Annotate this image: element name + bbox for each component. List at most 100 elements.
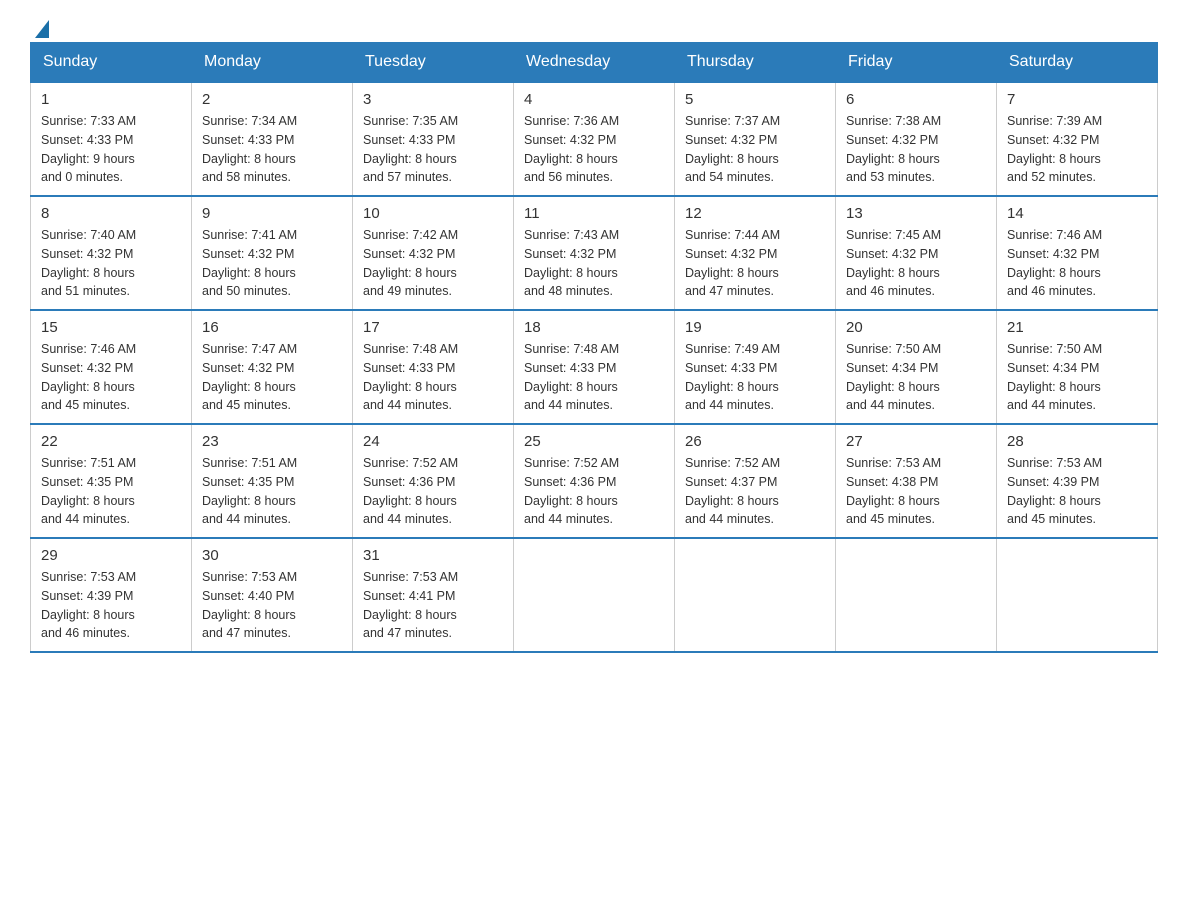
day-info: Sunrise: 7:40 AM Sunset: 4:32 PM Dayligh… [41, 226, 181, 301]
day-of-week-header: Friday [836, 43, 997, 83]
day-of-week-header: Monday [192, 43, 353, 83]
calendar-day-cell: 27 Sunrise: 7:53 AM Sunset: 4:38 PM Dayl… [836, 424, 997, 538]
calendar-day-cell: 8 Sunrise: 7:40 AM Sunset: 4:32 PM Dayli… [31, 196, 192, 310]
logo-triangle-icon [35, 20, 49, 38]
calendar-week-row: 29 Sunrise: 7:53 AM Sunset: 4:39 PM Dayl… [31, 538, 1158, 652]
day-info: Sunrise: 7:44 AM Sunset: 4:32 PM Dayligh… [685, 226, 825, 301]
calendar-week-row: 22 Sunrise: 7:51 AM Sunset: 4:35 PM Dayl… [31, 424, 1158, 538]
day-info: Sunrise: 7:34 AM Sunset: 4:33 PM Dayligh… [202, 112, 342, 187]
day-number: 15 [41, 319, 181, 336]
calendar-day-cell: 31 Sunrise: 7:53 AM Sunset: 4:41 PM Dayl… [353, 538, 514, 652]
day-info: Sunrise: 7:53 AM Sunset: 4:38 PM Dayligh… [846, 454, 986, 529]
day-info: Sunrise: 7:43 AM Sunset: 4:32 PM Dayligh… [524, 226, 664, 301]
day-info: Sunrise: 7:52 AM Sunset: 4:37 PM Dayligh… [685, 454, 825, 529]
calendar-day-cell: 2 Sunrise: 7:34 AM Sunset: 4:33 PM Dayli… [192, 82, 353, 196]
day-info: Sunrise: 7:50 AM Sunset: 4:34 PM Dayligh… [846, 340, 986, 415]
day-info: Sunrise: 7:51 AM Sunset: 4:35 PM Dayligh… [202, 454, 342, 529]
day-info: Sunrise: 7:45 AM Sunset: 4:32 PM Dayligh… [846, 226, 986, 301]
day-number: 11 [524, 205, 664, 222]
day-info: Sunrise: 7:33 AM Sunset: 4:33 PM Dayligh… [41, 112, 181, 187]
logo [30, 20, 49, 32]
day-number: 20 [846, 319, 986, 336]
calendar-day-cell: 20 Sunrise: 7:50 AM Sunset: 4:34 PM Dayl… [836, 310, 997, 424]
calendar-week-row: 15 Sunrise: 7:46 AM Sunset: 4:32 PM Dayl… [31, 310, 1158, 424]
day-info: Sunrise: 7:49 AM Sunset: 4:33 PM Dayligh… [685, 340, 825, 415]
calendar-day-cell: 1 Sunrise: 7:33 AM Sunset: 4:33 PM Dayli… [31, 82, 192, 196]
day-info: Sunrise: 7:50 AM Sunset: 4:34 PM Dayligh… [1007, 340, 1147, 415]
calendar-day-cell: 17 Sunrise: 7:48 AM Sunset: 4:33 PM Dayl… [353, 310, 514, 424]
day-number: 26 [685, 433, 825, 450]
day-of-week-header: Thursday [675, 43, 836, 83]
day-number: 14 [1007, 205, 1147, 222]
day-number: 22 [41, 433, 181, 450]
calendar-day-cell: 29 Sunrise: 7:53 AM Sunset: 4:39 PM Dayl… [31, 538, 192, 652]
calendar-day-cell: 5 Sunrise: 7:37 AM Sunset: 4:32 PM Dayli… [675, 82, 836, 196]
day-number: 5 [685, 91, 825, 108]
day-info: Sunrise: 7:42 AM Sunset: 4:32 PM Dayligh… [363, 226, 503, 301]
day-number: 27 [846, 433, 986, 450]
day-number: 28 [1007, 433, 1147, 450]
calendar-day-cell: 9 Sunrise: 7:41 AM Sunset: 4:32 PM Dayli… [192, 196, 353, 310]
day-info: Sunrise: 7:53 AM Sunset: 4:41 PM Dayligh… [363, 568, 503, 643]
day-info: Sunrise: 7:51 AM Sunset: 4:35 PM Dayligh… [41, 454, 181, 529]
day-number: 12 [685, 205, 825, 222]
day-of-week-header: Tuesday [353, 43, 514, 83]
calendar-day-cell: 7 Sunrise: 7:39 AM Sunset: 4:32 PM Dayli… [997, 82, 1158, 196]
calendar-day-cell: 4 Sunrise: 7:36 AM Sunset: 4:32 PM Dayli… [514, 82, 675, 196]
calendar-day-cell: 30 Sunrise: 7:53 AM Sunset: 4:40 PM Dayl… [192, 538, 353, 652]
day-number: 10 [363, 205, 503, 222]
day-number: 7 [1007, 91, 1147, 108]
day-info: Sunrise: 7:37 AM Sunset: 4:32 PM Dayligh… [685, 112, 825, 187]
calendar-day-cell: 16 Sunrise: 7:47 AM Sunset: 4:32 PM Dayl… [192, 310, 353, 424]
calendar-day-cell: 13 Sunrise: 7:45 AM Sunset: 4:32 PM Dayl… [836, 196, 997, 310]
calendar-day-cell: 14 Sunrise: 7:46 AM Sunset: 4:32 PM Dayl… [997, 196, 1158, 310]
day-number: 19 [685, 319, 825, 336]
day-number: 8 [41, 205, 181, 222]
day-number: 25 [524, 433, 664, 450]
day-info: Sunrise: 7:38 AM Sunset: 4:32 PM Dayligh… [846, 112, 986, 187]
calendar-day-cell: 19 Sunrise: 7:49 AM Sunset: 4:33 PM Dayl… [675, 310, 836, 424]
day-info: Sunrise: 7:36 AM Sunset: 4:32 PM Dayligh… [524, 112, 664, 187]
day-info: Sunrise: 7:48 AM Sunset: 4:33 PM Dayligh… [363, 340, 503, 415]
day-of-week-header: Saturday [997, 43, 1158, 83]
calendar-day-cell: 21 Sunrise: 7:50 AM Sunset: 4:34 PM Dayl… [997, 310, 1158, 424]
day-info: Sunrise: 7:46 AM Sunset: 4:32 PM Dayligh… [1007, 226, 1147, 301]
day-number: 23 [202, 433, 342, 450]
calendar-week-row: 8 Sunrise: 7:40 AM Sunset: 4:32 PM Dayli… [31, 196, 1158, 310]
calendar-day-cell: 26 Sunrise: 7:52 AM Sunset: 4:37 PM Dayl… [675, 424, 836, 538]
day-info: Sunrise: 7:53 AM Sunset: 4:40 PM Dayligh… [202, 568, 342, 643]
day-number: 21 [1007, 319, 1147, 336]
day-number: 30 [202, 547, 342, 564]
day-number: 17 [363, 319, 503, 336]
day-of-week-header: Sunday [31, 43, 192, 83]
calendar-day-cell: 23 Sunrise: 7:51 AM Sunset: 4:35 PM Dayl… [192, 424, 353, 538]
day-info: Sunrise: 7:47 AM Sunset: 4:32 PM Dayligh… [202, 340, 342, 415]
calendar-day-cell [514, 538, 675, 652]
day-info: Sunrise: 7:53 AM Sunset: 4:39 PM Dayligh… [1007, 454, 1147, 529]
day-info: Sunrise: 7:39 AM Sunset: 4:32 PM Dayligh… [1007, 112, 1147, 187]
day-info: Sunrise: 7:46 AM Sunset: 4:32 PM Dayligh… [41, 340, 181, 415]
calendar-day-cell [675, 538, 836, 652]
calendar-day-cell: 25 Sunrise: 7:52 AM Sunset: 4:36 PM Dayl… [514, 424, 675, 538]
day-number: 13 [846, 205, 986, 222]
calendar-day-cell: 15 Sunrise: 7:46 AM Sunset: 4:32 PM Dayl… [31, 310, 192, 424]
page-header [30, 20, 1158, 32]
day-info: Sunrise: 7:53 AM Sunset: 4:39 PM Dayligh… [41, 568, 181, 643]
calendar-day-cell: 6 Sunrise: 7:38 AM Sunset: 4:32 PM Dayli… [836, 82, 997, 196]
day-number: 16 [202, 319, 342, 336]
day-number: 6 [846, 91, 986, 108]
day-number: 9 [202, 205, 342, 222]
calendar-day-cell [836, 538, 997, 652]
day-number: 3 [363, 91, 503, 108]
day-info: Sunrise: 7:48 AM Sunset: 4:33 PM Dayligh… [524, 340, 664, 415]
day-number: 18 [524, 319, 664, 336]
calendar-header-row: SundayMondayTuesdayWednesdayThursdayFrid… [31, 43, 1158, 83]
day-info: Sunrise: 7:41 AM Sunset: 4:32 PM Dayligh… [202, 226, 342, 301]
calendar-day-cell: 22 Sunrise: 7:51 AM Sunset: 4:35 PM Dayl… [31, 424, 192, 538]
day-number: 4 [524, 91, 664, 108]
day-info: Sunrise: 7:52 AM Sunset: 4:36 PM Dayligh… [363, 454, 503, 529]
calendar-day-cell: 18 Sunrise: 7:48 AM Sunset: 4:33 PM Dayl… [514, 310, 675, 424]
calendar-day-cell [997, 538, 1158, 652]
day-number: 24 [363, 433, 503, 450]
day-of-week-header: Wednesday [514, 43, 675, 83]
